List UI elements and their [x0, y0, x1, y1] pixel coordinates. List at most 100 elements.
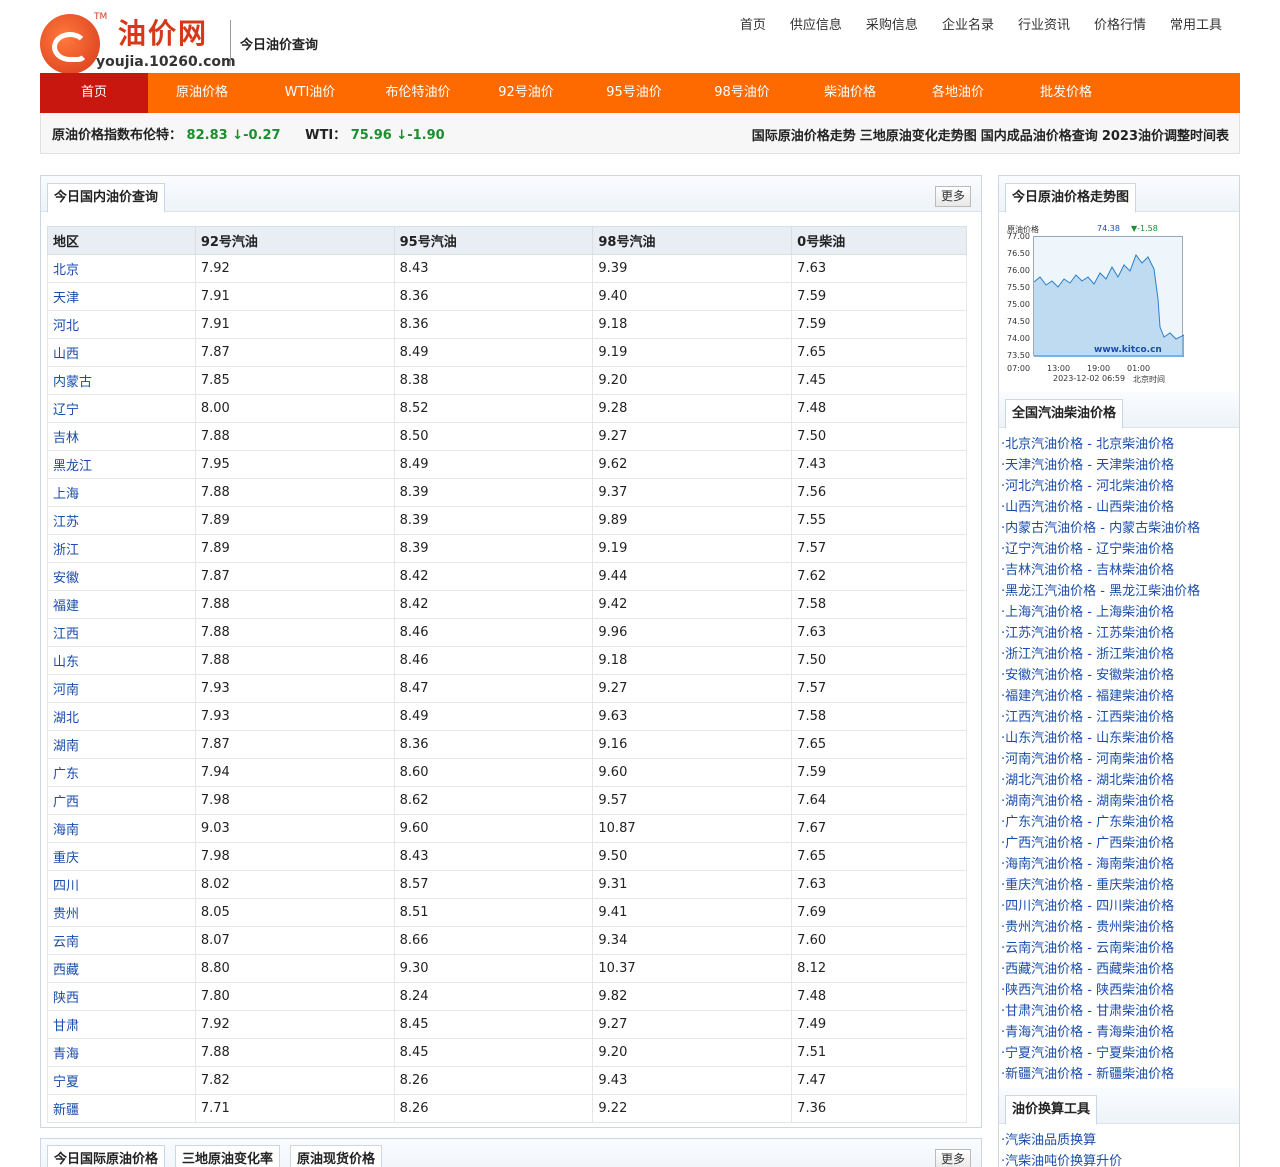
region-price-link[interactable]: ·江苏汽油价格 - 江苏柴油价格 — [999, 623, 1239, 644]
region-link[interactable]: 黑龙江 — [53, 459, 92, 474]
main-nav-item[interactable]: WTI油价 — [256, 73, 364, 113]
region-link[interactable]: 重庆 — [53, 851, 79, 866]
top-nav-item[interactable]: 常用工具 — [1170, 14, 1222, 33]
region-link[interactable]: 宁夏 — [53, 1075, 79, 1090]
region-link[interactable]: 西藏 — [53, 963, 79, 978]
region-link[interactable]: 青海 — [53, 1047, 79, 1062]
region-link[interactable]: 吉林 — [53, 431, 79, 446]
top-nav-item[interactable]: 企业名录 — [942, 14, 994, 33]
region-link[interactable]: 山东 — [53, 655, 79, 670]
region-link[interactable]: 江西 — [53, 627, 79, 642]
region-price-link[interactable]: ·河北汽油价格 - 河北柴油价格 — [999, 476, 1239, 497]
region-link[interactable]: 山西 — [53, 347, 79, 362]
top-nav-item[interactable]: 首页 — [740, 14, 766, 33]
region-price-link[interactable]: ·辽宁汽油价格 - 辽宁柴油价格 — [999, 539, 1239, 560]
region-price-link[interactable]: ·云南汽油价格 - 云南柴油价格 — [999, 938, 1239, 959]
region-price-link[interactable]: ·青海汽油价格 - 青海柴油价格 — [999, 1022, 1239, 1043]
main-nav-item[interactable]: 批发价格 — [1012, 73, 1120, 113]
crude-price-chart[interactable]: 原油价格 74.38 ▼-1.58 77.00 76.50 76.00 75.50 75… — [1005, 222, 1185, 384]
region-link[interactable]: 江苏 — [53, 515, 79, 530]
region-price-link[interactable]: ·贵州汽油价格 - 贵州柴油价格 — [999, 917, 1239, 938]
bottom-more-button[interactable]: 更多 — [935, 1149, 971, 1167]
main-nav-item[interactable]: 各地油价 — [904, 73, 1012, 113]
region-price-link[interactable]: ·内蒙古汽油价格 - 内蒙古柴油价格 — [999, 518, 1239, 539]
region-price-link[interactable]: ·吉林汽油价格 - 吉林柴油价格 — [999, 560, 1239, 581]
region-price-link[interactable]: ·安徽汽油价格 - 安徽柴油价格 — [999, 665, 1239, 686]
ticker-link[interactable]: 2023油价调整时间表 — [1102, 129, 1229, 144]
top-nav-item[interactable]: 行业资讯 — [1018, 14, 1070, 33]
region-link[interactable]: 安徽 — [53, 571, 79, 586]
tool-link[interactable]: ·汽柴油品质换算 — [999, 1130, 1239, 1151]
region-link[interactable]: 贵州 — [53, 907, 79, 922]
region-link[interactable]: 云南 — [53, 935, 79, 950]
region-link[interactable]: 广东 — [53, 767, 79, 782]
region-price-link[interactable]: ·江西汽油价格 - 江西柴油价格 — [999, 707, 1239, 728]
region-link[interactable]: 海南 — [53, 823, 79, 838]
region-link[interactable]: 湖南 — [53, 739, 79, 754]
tool-link[interactable]: ·汽柴油吨价换算升价 — [999, 1151, 1239, 1167]
tab-three-crude-change[interactable]: 三地原油变化率 — [175, 1145, 281, 1167]
region-link[interactable]: 北京 — [53, 263, 79, 278]
site-logo[interactable]: TM 油价网 youjia.10260.com — [40, 10, 240, 74]
region-link[interactable]: 辽宁 — [53, 403, 79, 418]
ticker-link[interactable]: 三地原油变化走势图 — [860, 129, 977, 144]
links-title[interactable]: 全国汽油柴油价格 — [1005, 399, 1124, 429]
region-price-link[interactable]: ·广西汽油价格 - 广西柴油价格 — [999, 833, 1239, 854]
more-button[interactable]: 更多 — [935, 186, 971, 207]
tab-spot-crude[interactable]: 原油现货价格 — [290, 1145, 383, 1167]
region-price-link[interactable]: ·甘肃汽油价格 - 甘肃柴油价格 — [999, 1001, 1239, 1022]
region-price-link[interactable]: ·北京汽油价格 - 北京柴油价格 — [999, 434, 1239, 455]
main-nav-item[interactable]: 98号油价 — [688, 73, 796, 113]
region-price-link[interactable]: ·湖南汽油价格 - 湖南柴油价格 — [999, 791, 1239, 812]
tools-title[interactable]: 油价换算工具 — [1005, 1095, 1098, 1125]
region-price-link[interactable]: ·新疆汽油价格 - 新疆柴油价格 — [999, 1064, 1239, 1085]
top-nav-item[interactable]: 供应信息 — [790, 14, 842, 33]
region-link[interactable]: 福建 — [53, 599, 79, 614]
region-link[interactable]: 四川 — [53, 879, 79, 894]
region-link[interactable]: 广西 — [53, 795, 79, 810]
region-price-link[interactable]: ·广东汽油价格 - 广东柴油价格 — [999, 812, 1239, 833]
main-nav-item[interactable]: 布伦特油价 — [364, 73, 472, 113]
region-price-link[interactable]: ·四川汽油价格 - 四川柴油价格 — [999, 896, 1239, 917]
region-link[interactable]: 陕西 — [53, 991, 79, 1006]
region-price-link[interactable]: ·海南汽油价格 - 海南柴油价格 — [999, 854, 1239, 875]
region-price-link[interactable]: ·浙江汽油价格 - 浙江柴油价格 — [999, 644, 1239, 665]
region-price-link[interactable]: ·宁夏汽油价格 - 宁夏柴油价格 — [999, 1043, 1239, 1064]
region-link[interactable]: 河南 — [53, 683, 79, 698]
price-cell: 7.60 — [791, 926, 967, 955]
chart-title[interactable]: 今日原油价格走势图 — [1005, 183, 1137, 213]
main-nav-item[interactable]: 原油价格 — [148, 73, 256, 113]
region-link[interactable]: 新疆 — [53, 1103, 79, 1118]
region-price-link[interactable]: ·山西汽油价格 - 山西柴油价格 — [999, 497, 1239, 518]
top-nav-item[interactable]: 采购信息 — [866, 14, 918, 33]
tab-international-crude[interactable]: 今日国际原油价格 — [47, 1145, 166, 1167]
region-link[interactable]: 甘肃 — [53, 1019, 79, 1034]
region-price-link[interactable]: ·福建汽油价格 - 福建柴油价格 — [999, 686, 1239, 707]
main-nav-item[interactable]: 95号油价 — [580, 73, 688, 113]
region-price-link[interactable]: ·湖北汽油价格 - 湖北柴油价格 — [999, 770, 1239, 791]
region-price-link[interactable]: ·山东汽油价格 - 山东柴油价格 — [999, 728, 1239, 749]
region-price-link[interactable]: ·黑龙江汽油价格 - 黑龙江柴油价格 — [999, 581, 1239, 602]
panel-title[interactable]: 今日国内油价查询 — [47, 183, 166, 213]
region-price-link[interactable]: ·河南汽油价格 - 河南柴油价格 — [999, 749, 1239, 770]
ticker-link[interactable]: 国际原油价格走势 — [752, 129, 856, 144]
table-row: 福建 7.88 8.42 9.42 7.58 — [47, 590, 967, 619]
region-price-link[interactable]: ·天津汽油价格 - 天津柴油价格 — [999, 455, 1239, 476]
region-cell: 海南 — [47, 814, 196, 843]
main-nav-item[interactable]: 首页 — [40, 73, 148, 113]
region-price-link[interactable]: ·西藏汽油价格 - 西藏柴油价格 — [999, 959, 1239, 980]
region-price-link[interactable]: ·陕西汽油价格 - 陕西柴油价格 — [999, 980, 1239, 1001]
main-nav-item[interactable]: 92号油价 — [472, 73, 580, 113]
main-nav-item[interactable]: 柴油价格 — [796, 73, 904, 113]
region-link[interactable]: 河北 — [53, 319, 79, 334]
region-price-link[interactable]: ·上海汽油价格 - 上海柴油价格 — [999, 602, 1239, 623]
region-link[interactable]: 天津 — [53, 291, 79, 306]
region-link[interactable]: 湖北 — [53, 711, 79, 726]
region-price-link[interactable]: ·重庆汽油价格 - 重庆柴油价格 — [999, 875, 1239, 896]
top-nav-item[interactable]: 价格行情 — [1094, 14, 1146, 33]
region-link[interactable]: 浙江 — [53, 543, 79, 558]
region-cell: 吉林 — [47, 422, 196, 451]
region-link[interactable]: 内蒙古 — [53, 375, 92, 390]
region-link[interactable]: 上海 — [53, 487, 79, 502]
ticker-link[interactable]: 国内成品油价格查询 — [981, 129, 1098, 144]
